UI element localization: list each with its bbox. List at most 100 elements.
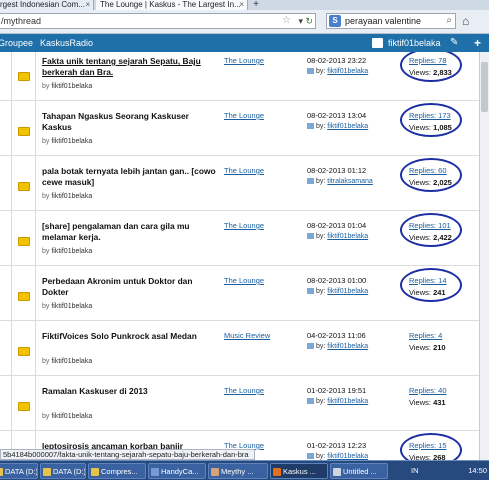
views-count: Views: 431 <box>409 398 446 407</box>
thread-title[interactable]: FiktifVoices Solo Punkrock asal Medan <box>42 331 217 342</box>
app-icon <box>91 468 99 476</box>
windows-taskbar: DATA (D:) DATA (D:) Compres... HandyCa... Me… <box>0 460 489 480</box>
star-icon[interactable]: ☆ <box>282 14 291 28</box>
browser-tab[interactable]: rgest Indonesian Com... × <box>0 0 94 10</box>
taskbar-button[interactable]: Kaskus ... <box>270 463 328 479</box>
last-poster-link[interactable]: fiktif01belaka <box>327 68 368 75</box>
thread-row: [share] pengalaman dan cara gila mu mela… <box>0 211 479 266</box>
taskbar-button[interactable]: Untitled ... <box>330 463 388 479</box>
hand-drawn-circle <box>400 213 462 247</box>
last-post-icon[interactable] <box>307 288 314 295</box>
groupee-link[interactable]: Groupee <box>0 34 33 52</box>
app-icon <box>43 468 51 476</box>
author-name[interactable]: fiktif01belaka <box>51 303 92 310</box>
last-post-by: by: fiktif01belaka <box>307 68 368 75</box>
thread-title[interactable]: [share] pengalaman dan cara gila mu mela… <box>42 221 217 243</box>
new-tab-button[interactable]: + <box>249 0 263 10</box>
search-engine-icon[interactable]: S <box>329 15 341 27</box>
forum-link[interactable]: The Lounge <box>224 386 264 395</box>
last-poster-link[interactable]: fiktif01belaka <box>327 343 368 350</box>
taskbar-label: HandyCa... <box>161 467 199 476</box>
scrollbar[interactable] <box>479 52 489 460</box>
scrollbar-thumb[interactable] <box>481 62 488 112</box>
taskbar-button[interactable]: HandyCa... <box>148 463 206 479</box>
thread-author: by fiktif01belaka <box>42 358 92 365</box>
last-poster-link[interactable]: titralaksamana <box>327 178 373 185</box>
last-post-date: 04-02-2013 11:06 <box>307 331 366 340</box>
last-post-icon[interactable] <box>307 343 314 350</box>
author-name[interactable]: fiktif01belaka <box>51 248 92 255</box>
search-icon[interactable]: ⌕ <box>446 14 452 28</box>
last-post-icon[interactable] <box>307 178 314 185</box>
thread-title[interactable]: Fakta unik tentang sejarah Sepatu, Baju … <box>42 56 217 78</box>
forum-link[interactable]: The Lounge <box>224 56 264 65</box>
author-name[interactable]: fiktif01belaka <box>51 413 92 420</box>
plus-icon[interactable]: + <box>474 34 481 52</box>
kaskus-radio-link[interactable]: KaskusRadio <box>40 34 93 52</box>
home-icon[interactable]: ⌂ <box>462 14 469 28</box>
forum-link[interactable]: The Lounge <box>224 276 264 285</box>
replies-link[interactable]: Replies: 40 <box>409 386 447 395</box>
author-prefix: by <box>42 248 50 255</box>
clock: 14:50 <box>468 466 487 475</box>
folder-icon <box>18 127 30 136</box>
folder-icon <box>18 237 30 246</box>
taskbar-button[interactable]: Meythy ... <box>208 463 268 479</box>
forum-link[interactable]: Music Review <box>224 331 270 340</box>
search-input[interactable]: S perayaan valentine ⌕ <box>326 13 456 29</box>
by-prefix: by: <box>316 453 326 460</box>
author-name[interactable]: fiktif01belaka <box>51 138 92 145</box>
dropdown-arrow-icon[interactable]: ▾ <box>298 14 303 28</box>
taskbar-button[interactable]: Compres... <box>88 463 146 479</box>
taskbar-button[interactable]: DATA (D:) <box>0 463 38 479</box>
url-field[interactable]: /mythread ☆ ▾ ↻ <box>0 13 316 29</box>
user-icon[interactable] <box>372 38 383 48</box>
app-icon <box>333 468 341 476</box>
by-prefix: by: <box>316 233 326 240</box>
last-post-icon[interactable] <box>307 123 314 130</box>
by-prefix: by: <box>316 68 326 75</box>
last-poster-link[interactable]: fiktif01belaka <box>327 453 368 460</box>
forum-link[interactable]: The Lounge <box>224 221 264 230</box>
author-name[interactable]: fiktif01belaka <box>51 193 92 200</box>
close-tab-icon[interactable]: × <box>239 0 244 10</box>
last-post-by: by: fiktif01belaka <box>307 343 368 350</box>
browser-tab-active[interactable]: The Lounge | Kaskus - The Largest In... … <box>96 0 248 10</box>
last-poster-link[interactable]: fiktif01belaka <box>327 288 368 295</box>
folder-icon <box>18 292 30 301</box>
replies-link[interactable]: Replies: 4 <box>409 331 442 340</box>
last-post-date: 01-02-2013 12:23 <box>307 441 367 450</box>
last-post-icon[interactable] <box>307 68 314 75</box>
last-poster-link[interactable]: fiktif01belaka <box>327 233 368 240</box>
by-prefix: by: <box>316 288 326 295</box>
thread-title[interactable]: pala botak ternyata lebih jantan gan.. [… <box>42 166 217 188</box>
thread-title[interactable]: Perbedaan Akronim untuk Doktor dan Dokte… <box>42 276 217 298</box>
folder-icon <box>18 182 30 191</box>
taskbar-button[interactable]: DATA (D:) <box>40 463 86 479</box>
forum-link[interactable]: The Lounge <box>224 166 264 175</box>
last-poster-link[interactable]: fiktif01belaka <box>327 398 368 405</box>
author-name[interactable]: fiktif01belaka <box>51 358 92 365</box>
last-post-by: by: fiktif01belaka <box>307 398 368 405</box>
last-post-icon[interactable] <box>307 233 314 240</box>
author-name[interactable]: fiktif01belaka <box>51 83 92 90</box>
last-post-icon[interactable] <box>307 453 314 460</box>
site-header: Groupee KaskusRadio fiktif01belaka ✎ + <box>0 34 489 52</box>
folder-icon <box>18 347 30 356</box>
reload-icon[interactable]: ↻ <box>305 14 313 28</box>
search-value: perayaan valentine <box>345 16 422 26</box>
thread-title[interactable]: Tahapan Ngaskus Seorang Kaskuser Kaskus <box>42 111 217 133</box>
last-poster-link[interactable]: fiktif01belaka <box>327 123 368 130</box>
pencil-icon[interactable]: ✎ <box>450 34 458 52</box>
thread-row: Tahapan Ngaskus Seorang Kaskuser Kaskus b… <box>0 101 479 156</box>
username-link[interactable]: fiktif01belaka <box>388 34 441 52</box>
close-tab-icon[interactable]: × <box>85 0 90 10</box>
last-post-icon[interactable] <box>307 398 314 405</box>
thread-title[interactable]: Ramalan Kaskuser di 2013 <box>42 386 217 397</box>
taskbar-label: DATA (D:) <box>5 467 38 476</box>
thread-author: by fiktif01belaka <box>42 413 92 420</box>
forum-link[interactable]: The Lounge <box>224 111 264 120</box>
taskbar-label: Untitled ... <box>343 467 377 476</box>
language-indicator[interactable]: IN <box>411 463 419 479</box>
views-value: 210 <box>433 343 446 352</box>
